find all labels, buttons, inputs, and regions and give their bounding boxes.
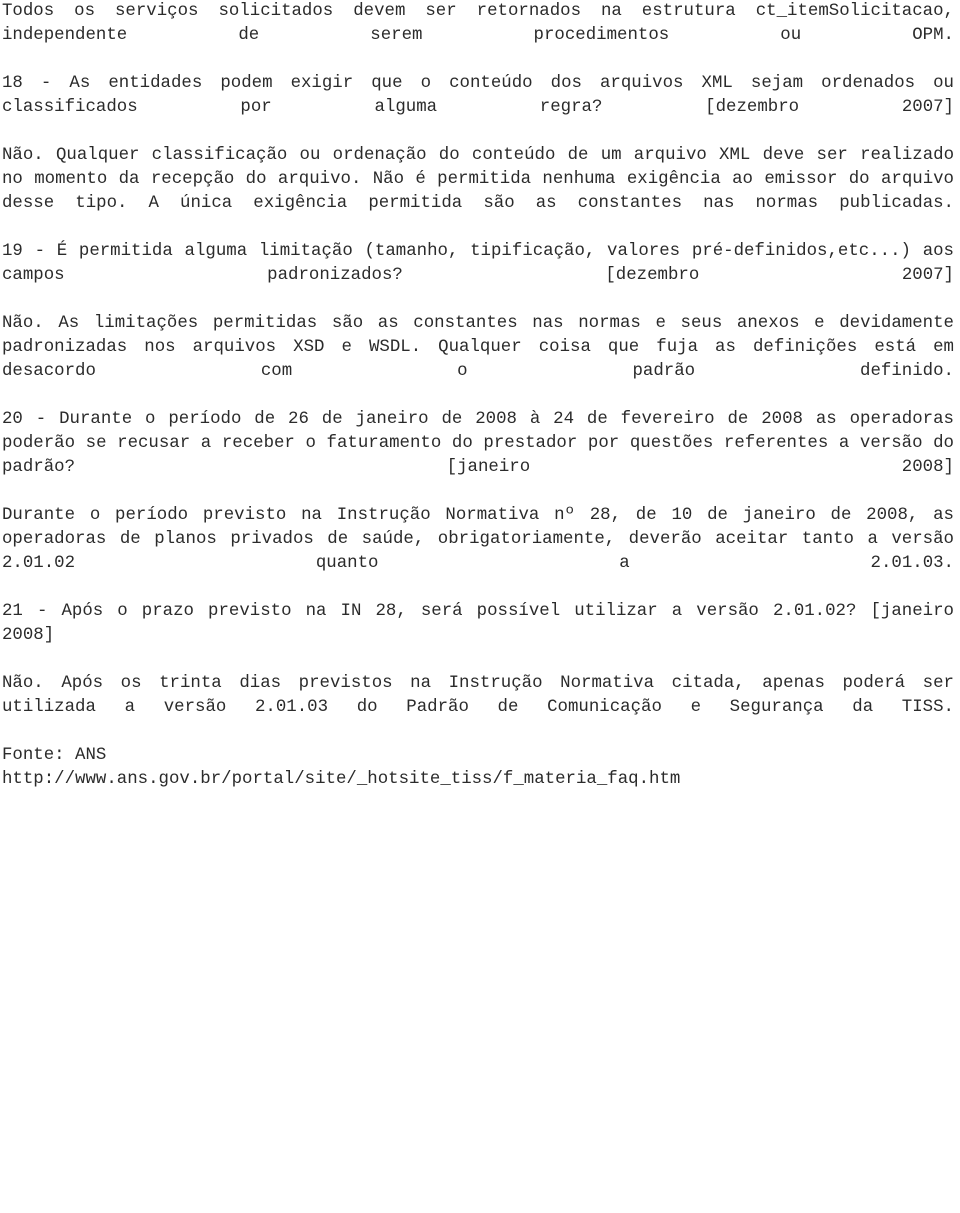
paragraph-intro-answer: Todos os serviços solicitados devem ser …	[2, 2, 954, 45]
document-body: Todos os serviços solicitados devem ser …	[2, 0, 954, 792]
paragraph-question-20: 20 - Durante o período de 26 de janeiro …	[2, 410, 954, 477]
paragraph-answer-21: Não. Após os trinta dias previstos na In…	[2, 674, 954, 717]
paragraph-question-21: 21 - Após o prazo previsto na IN 28, ser…	[2, 602, 954, 645]
paragraph-question-19: 19 - É permitida alguma limitação (taman…	[2, 242, 954, 285]
source-url[interactable]: http://www.ans.gov.br/portal/site/_hotsi…	[2, 768, 954, 792]
paragraph-question-18: 18 - As entidades podem exigir que o con…	[2, 74, 954, 117]
paragraph-answer-19: Não. As limitações permitidas são as con…	[2, 314, 954, 381]
paragraph-answer-20: Durante o período previsto na Instrução …	[2, 506, 954, 573]
document-page: Todos os serviços solicitados devem ser …	[0, 0, 960, 1213]
paragraph-answer-18: Não. Qualquer classificação ou ordenação…	[2, 146, 954, 213]
source-label: Fonte: ANS	[2, 746, 107, 765]
